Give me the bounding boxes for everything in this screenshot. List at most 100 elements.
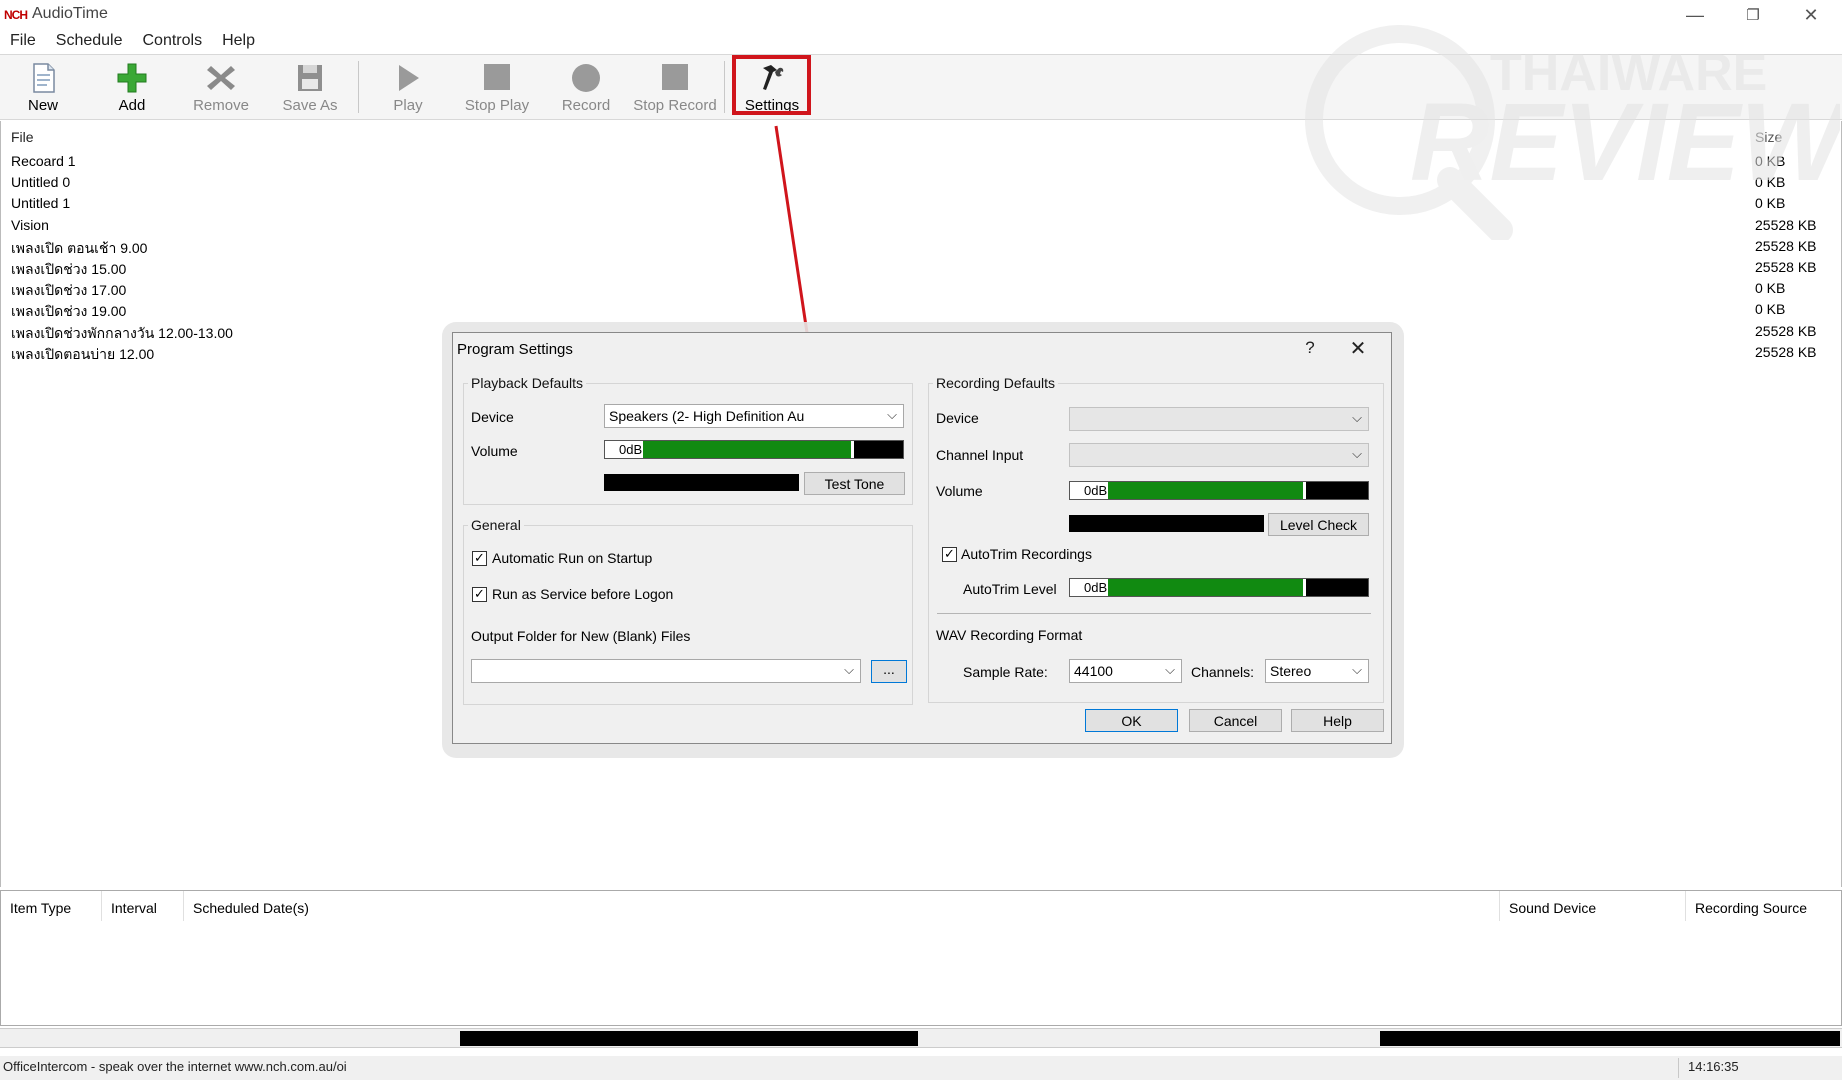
autotrim-checkbox[interactable]: ✓ — [942, 547, 957, 562]
playback-device-value: Speakers (2- High Definition Au — [609, 408, 805, 424]
stop-record-button[interactable]: Stop Record — [632, 58, 718, 118]
chevron-down-icon: ⌵ — [887, 407, 897, 422]
list-item[interactable]: เพลงเปิดช่วง 17.00 — [11, 280, 126, 302]
menu-controls[interactable]: Controls — [133, 30, 213, 54]
new-button[interactable]: New — [0, 58, 86, 118]
add-button[interactable]: Add — [89, 58, 175, 118]
list-item[interactable]: เพลงเปิดช่วง 19.00 — [11, 301, 126, 323]
output-folder-input[interactable]: ⌵ — [471, 659, 861, 683]
list-item[interactable]: Vision — [11, 217, 49, 233]
auto-run-label[interactable]: Automatic Run on Startup — [492, 550, 652, 566]
sample-rate-select[interactable]: 44100 ⌵ — [1069, 659, 1182, 683]
list-item-size: 0 KB — [1755, 301, 1786, 317]
column-header-interval[interactable]: Interval — [102, 891, 184, 921]
autotrim-level-fill — [1108, 579, 1306, 596]
playback-volume-handle[interactable] — [851, 441, 854, 458]
recording-defaults-group — [928, 383, 1384, 703]
autotrim-label[interactable]: AutoTrim Recordings — [961, 546, 1092, 562]
column-header-file[interactable]: File — [11, 129, 34, 145]
record-button[interactable]: Record — [543, 58, 629, 118]
list-item-size: 25528 KB — [1755, 323, 1817, 339]
list-item-size: 25528 KB — [1755, 259, 1817, 275]
autotrim-level-slider[interactable]: 0dB — [1069, 578, 1369, 597]
column-header-item-type[interactable]: Item Type — [1, 891, 102, 921]
status-time: 14:16:35 — [1688, 1059, 1739, 1074]
list-item[interactable]: เพลงเปิดตอนบ่าย 12.00 — [11, 344, 154, 366]
list-item[interactable]: Recoard 1 — [11, 153, 76, 169]
dialog-title: Program Settings — [457, 341, 573, 358]
list-item[interactable]: Untitled 1 — [11, 195, 70, 211]
playback-volume-label: Volume — [471, 443, 518, 459]
schedule-list[interactable]: Item Type Interval Scheduled Date(s) Sou… — [0, 890, 1842, 1026]
channels-label: Channels: — [1191, 664, 1255, 680]
status-bar: OfficeIntercom - speak over the internet… — [0, 1056, 1842, 1080]
recording-volume-label: Volume — [936, 483, 983, 499]
autotrim-level-label: AutoTrim Level — [963, 581, 1057, 597]
browse-folder-button[interactable]: ... — [871, 660, 907, 683]
channel-input-select[interactable]: ⌵ — [1069, 443, 1369, 467]
run-service-label[interactable]: Run as Service before Logon — [492, 586, 673, 602]
settings-highlight-box — [732, 55, 811, 115]
stop-play-button[interactable]: Stop Play — [454, 58, 540, 118]
save-as-button[interactable]: Save As — [267, 58, 353, 118]
autotrim-level-handle[interactable] — [1303, 579, 1306, 596]
column-header-sound-device[interactable]: Sound Device — [1500, 891, 1686, 921]
list-item[interactable]: เพลงเปิด ตอนเช้า 9.00 — [11, 238, 147, 260]
playback-device-select[interactable]: Speakers (2- High Definition Au ⌵ — [604, 404, 904, 428]
play-button[interactable]: Play — [365, 58, 451, 118]
recording-volume-fill — [1108, 482, 1306, 499]
dialog-close-icon[interactable]: ✕ — [1346, 336, 1370, 361]
stop-play-label: Stop Play — [464, 97, 530, 114]
toolbar-separator — [358, 61, 359, 113]
auto-run-checkbox[interactable]: ✓ — [472, 551, 487, 566]
sample-rate-value: 44100 — [1074, 663, 1113, 679]
wav-format-separator — [937, 613, 1371, 614]
channel-input-label: Channel Input — [936, 447, 1024, 463]
chevron-down-icon: ⌵ — [1165, 662, 1175, 677]
add-label: Add — [118, 97, 146, 114]
stop-record-label: Stop Record — [633, 97, 717, 114]
chevron-down-icon: ⌵ — [1352, 410, 1362, 425]
toolbar-separator — [724, 61, 725, 113]
dialog-help-icon[interactable]: ? — [1298, 338, 1322, 358]
level-meter-strip — [0, 1028, 1842, 1048]
list-item[interactable]: เพลงเปิดช่วง 15.00 — [11, 259, 126, 281]
stop-icon — [484, 64, 510, 90]
list-item[interactable]: Untitled 0 — [11, 174, 70, 190]
record-icon — [572, 64, 600, 92]
help-button[interactable]: Help — [1291, 709, 1384, 732]
stop-record-icon — [662, 64, 688, 90]
program-settings-dialog: Program Settings ? ✕ Playback Defaults D… — [452, 332, 1392, 744]
autotrim-level-db: 0dB — [1070, 579, 1108, 596]
recording-device-select[interactable]: ⌵ — [1069, 407, 1369, 431]
menu-help[interactable]: Help — [212, 30, 265, 54]
playback-level-bar — [604, 474, 799, 491]
remove-button[interactable]: Remove — [178, 58, 264, 118]
test-tone-button[interactable]: Test Tone — [804, 472, 905, 495]
wav-format-label: WAV Recording Format — [936, 627, 1083, 643]
sample-rate-label: Sample Rate: — [963, 664, 1048, 680]
recording-volume-db: 0dB — [1070, 482, 1108, 499]
channels-select[interactable]: Stereo ⌵ — [1265, 659, 1369, 683]
ok-button[interactable]: OK — [1085, 709, 1178, 732]
recording-volume-handle[interactable] — [1303, 482, 1306, 499]
menu-schedule[interactable]: Schedule — [46, 30, 133, 54]
recording-volume-slider[interactable]: 0dB — [1069, 481, 1369, 500]
list-item-size: 25528 KB — [1755, 344, 1817, 360]
playback-volume-slider[interactable]: 0dB — [604, 440, 904, 459]
chevron-down-icon: ⌵ — [844, 662, 854, 677]
run-service-checkbox[interactable]: ✓ — [472, 587, 487, 602]
column-header-recording-source[interactable]: Recording Source — [1686, 891, 1841, 921]
playback-device-label: Device — [471, 409, 514, 425]
left-level-bar — [460, 1031, 918, 1046]
level-check-button[interactable]: Level Check — [1268, 513, 1369, 536]
remove-label: Remove — [193, 97, 249, 114]
playback-volume-fill — [643, 441, 854, 458]
watermark-word: REVIEW — [1410, 81, 1840, 204]
column-header-scheduled-dates[interactable]: Scheduled Date(s) — [184, 891, 1500, 921]
cancel-button[interactable]: Cancel — [1189, 709, 1282, 732]
list-item[interactable]: เพลงเปิดช่วงพักกลางวัน 12.00-13.00 — [11, 323, 233, 345]
menu-file[interactable]: File — [0, 30, 46, 54]
status-message[interactable]: OfficeIntercom - speak over the internet… — [3, 1059, 347, 1074]
thaiware-review-watermark: THAIWARE REVIEW — [1305, 25, 1840, 240]
